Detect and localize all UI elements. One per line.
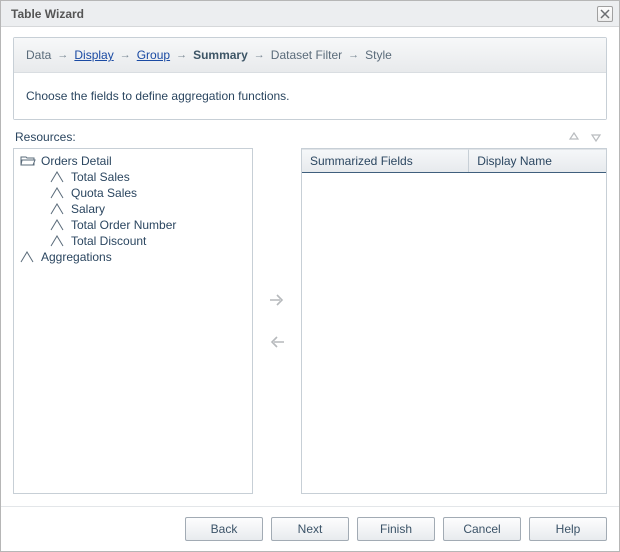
arrow-down-icon (590, 131, 602, 143)
content-area: Data → Display → Group → Summary → Datas… (1, 27, 619, 506)
close-button[interactable] (597, 6, 613, 22)
crumb-display[interactable]: Display (74, 48, 113, 62)
field-icon (50, 202, 66, 216)
tree-node[interactable]: Aggregations (16, 249, 250, 265)
shuttle-column (257, 148, 297, 494)
field-icon (50, 234, 66, 248)
arrow-right-icon: → (176, 49, 187, 61)
crumb-summary: Summary (193, 48, 248, 62)
move-up-button[interactable] (565, 128, 583, 146)
tree-node-label: Quota Sales (71, 186, 137, 200)
main-grid: Orders Detail Total Sales Quota Sales (13, 148, 607, 494)
header-box: Data → Display → Group → Summary → Datas… (13, 37, 607, 120)
tree-node[interactable]: Quota Sales (16, 185, 250, 201)
resources-tree-panel: Orders Detail Total Sales Quota Sales (13, 148, 253, 494)
footer: Back Next Finish Cancel Help (1, 506, 619, 551)
tree-node-label: Aggregations (41, 250, 112, 264)
folder-open-icon (20, 154, 36, 168)
tree-node[interactable]: Orders Detail (16, 153, 250, 169)
window-title: Table Wizard (11, 7, 84, 21)
arrow-left-icon (268, 335, 286, 349)
arrow-right-icon: → (348, 49, 359, 61)
resources-label: Resources: (15, 130, 561, 144)
wizard-window: Table Wizard Data → Display → Group → Su… (0, 0, 620, 552)
tree-node[interactable]: Total Sales (16, 169, 250, 185)
arrow-right-icon: → (57, 49, 68, 61)
crumb-style[interactable]: Style (365, 48, 392, 62)
arrow-right-icon: → (254, 49, 265, 61)
titlebar: Table Wizard (1, 1, 619, 27)
cancel-button[interactable]: Cancel (443, 517, 521, 541)
column-header-summarized[interactable]: Summarized Fields (302, 149, 469, 172)
resources-tree[interactable]: Orders Detail Total Sales Quota Sales (14, 149, 252, 269)
finish-button[interactable]: Finish (357, 517, 435, 541)
field-icon (20, 250, 36, 264)
arrow-right-icon (268, 293, 286, 307)
tree-node-label: Salary (71, 202, 105, 216)
move-down-button[interactable] (587, 128, 605, 146)
arrow-up-icon (568, 131, 580, 143)
summarized-fields-panel: Summarized Fields Display Name (301, 148, 607, 494)
table-body[interactable] (302, 173, 606, 493)
remove-button[interactable] (266, 331, 288, 353)
add-button[interactable] (266, 289, 288, 311)
field-icon (50, 170, 66, 184)
tree-node-label: Total Order Number (71, 218, 176, 232)
field-icon (50, 186, 66, 200)
spacer (13, 494, 607, 506)
crumb-group[interactable]: Group (137, 48, 170, 62)
crumb-data[interactable]: Data (26, 48, 51, 62)
instruction-text: Choose the fields to define aggregation … (14, 73, 606, 119)
table-header: Summarized Fields Display Name (302, 149, 606, 173)
tree-node[interactable]: Total Order Number (16, 217, 250, 233)
help-button[interactable]: Help (529, 517, 607, 541)
tree-node-label: Total Sales (71, 170, 130, 184)
field-icon (50, 218, 66, 232)
back-button[interactable]: Back (185, 517, 263, 541)
column-header-display-name[interactable]: Display Name (469, 149, 606, 172)
tree-node[interactable]: Salary (16, 201, 250, 217)
tree-node-label: Total Discount (71, 234, 146, 248)
tree-node[interactable]: Total Discount (16, 233, 250, 249)
breadcrumb: Data → Display → Group → Summary → Datas… (14, 38, 606, 73)
crumb-dataset-filter[interactable]: Dataset Filter (271, 48, 342, 62)
arrow-right-icon: → (120, 49, 131, 61)
next-button[interactable]: Next (271, 517, 349, 541)
resources-bar: Resources: (13, 128, 607, 146)
tree-node-label: Orders Detail (41, 154, 112, 168)
close-icon (600, 9, 610, 19)
